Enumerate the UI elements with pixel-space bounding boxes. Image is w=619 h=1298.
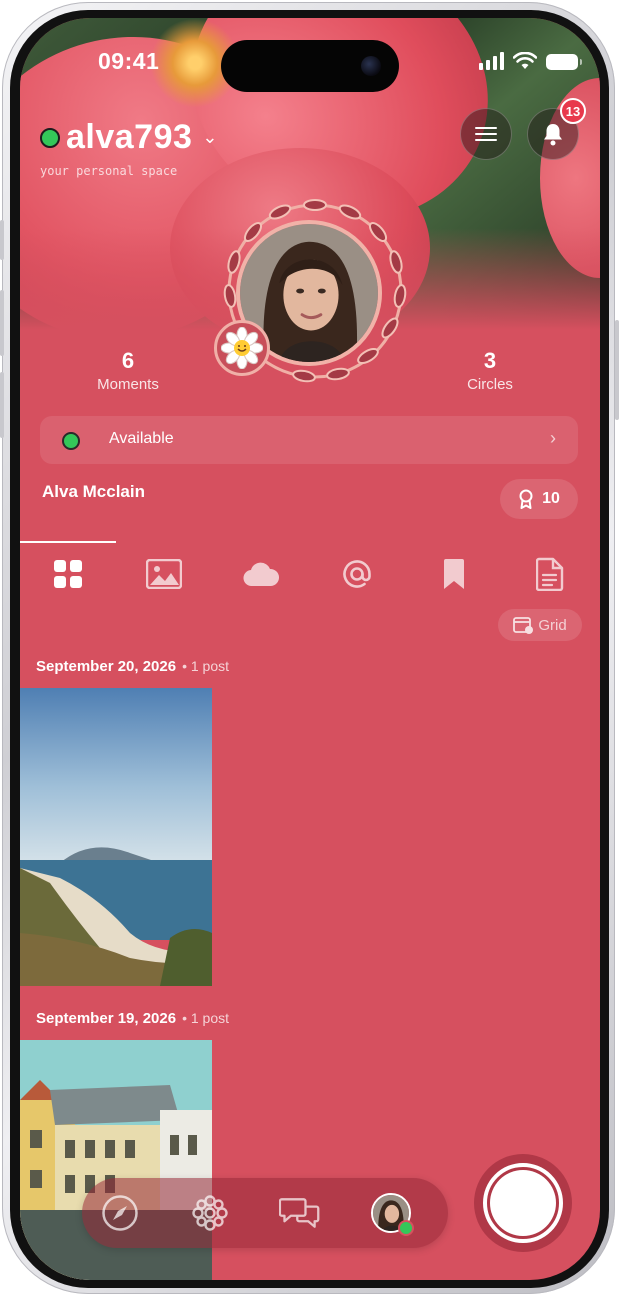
at-icon [343,560,371,588]
nav-circles[interactable] [189,1192,231,1234]
volume-up-button [0,290,4,356]
calendar-grid-icon [513,617,534,634]
wifi-icon [513,52,537,69]
bookmark-icon [444,559,464,589]
tab-grid[interactable] [43,552,93,596]
nav-profile-avatar [371,1193,414,1236]
post-count: • 1 post [182,658,230,674]
award-ribbon-icon [519,489,533,509]
flower-icon [192,1195,228,1231]
username-switcher[interactable]: alva793 ⌄ [40,118,218,157]
action-button [0,220,4,260]
post-thumbnail-coast[interactable] [20,688,212,986]
grid-view-toggle[interactable]: Grid [498,609,582,641]
stat-circles-value: 3 [483,348,497,373]
online-indicator [40,127,60,148]
notification-count-badge: 13 [560,98,586,124]
front-camera-icon [361,56,381,76]
awards-button[interactable]: 10 [500,479,578,519]
bell-icon [544,124,562,146]
battery-icon [546,54,582,70]
post-date: September 20, 2026 [36,658,177,675]
shutter-icon [490,1170,556,1236]
shutter-ring [483,1163,563,1243]
nav-messages[interactable] [279,1192,321,1234]
award-count: 10 [542,490,560,507]
post-date: September 19, 2026 [36,1010,177,1027]
full-name: Alva Mcclain [42,482,145,501]
post-count: • 1 post [182,1010,230,1026]
chat-bubbles-icon [279,1198,320,1228]
date-header: September 19, 2026 • 1 post [36,1010,229,1027]
daisy-icon [221,327,263,369]
stat-circles-label: Circles [467,376,513,393]
coastline-photo [20,688,212,986]
chevron-right-icon: › [550,428,556,448]
tab-documents[interactable] [525,552,575,596]
stat-moments-label: Moments [97,376,159,393]
available-dot-icon [62,432,80,450]
nav-explore[interactable] [99,1192,141,1234]
hamburger-icon [475,127,497,141]
availability-label: Available [109,430,174,447]
screen: 09:41 alva793 ⌄ your personal space 13 6… [20,18,600,1280]
compass-icon [102,1195,138,1231]
tab-photos[interactable] [139,552,189,596]
image-icon [146,559,182,589]
chevron-down-icon: ⌄ [202,127,218,147]
tab-saved[interactable] [429,552,479,596]
status-icons [479,52,582,70]
volume-down-button [0,372,4,438]
stat-circles[interactable]: 3 Circles [430,348,550,393]
document-icon [536,557,564,591]
power-button [615,320,619,420]
date-header: September 20, 2026 • 1 post [36,658,229,675]
nav-profile[interactable] [370,1192,414,1236]
username: alva793 [66,118,193,156]
mood-flower-badge[interactable] [214,320,270,376]
dynamic-island [221,40,399,92]
online-indicator [398,1220,414,1236]
capture-moment-button[interactable] [474,1154,572,1252]
stat-moments[interactable]: 6 Moments [68,348,188,393]
tab-cloud[interactable] [236,552,286,596]
grid-view-label: Grid [538,616,567,634]
grid-icon [54,560,82,588]
status-time: 09:41 [98,48,160,74]
menu-button[interactable] [460,108,512,160]
profile-tagline: your personal space [40,164,178,178]
stat-moments-value: 6 [121,348,135,373]
availability-status-row[interactable]: Available › [40,416,578,464]
active-tab-indicator [20,541,116,543]
cloud-icon [243,562,280,587]
tab-mentions[interactable] [332,552,382,596]
cellular-signal-icon [479,52,504,70]
